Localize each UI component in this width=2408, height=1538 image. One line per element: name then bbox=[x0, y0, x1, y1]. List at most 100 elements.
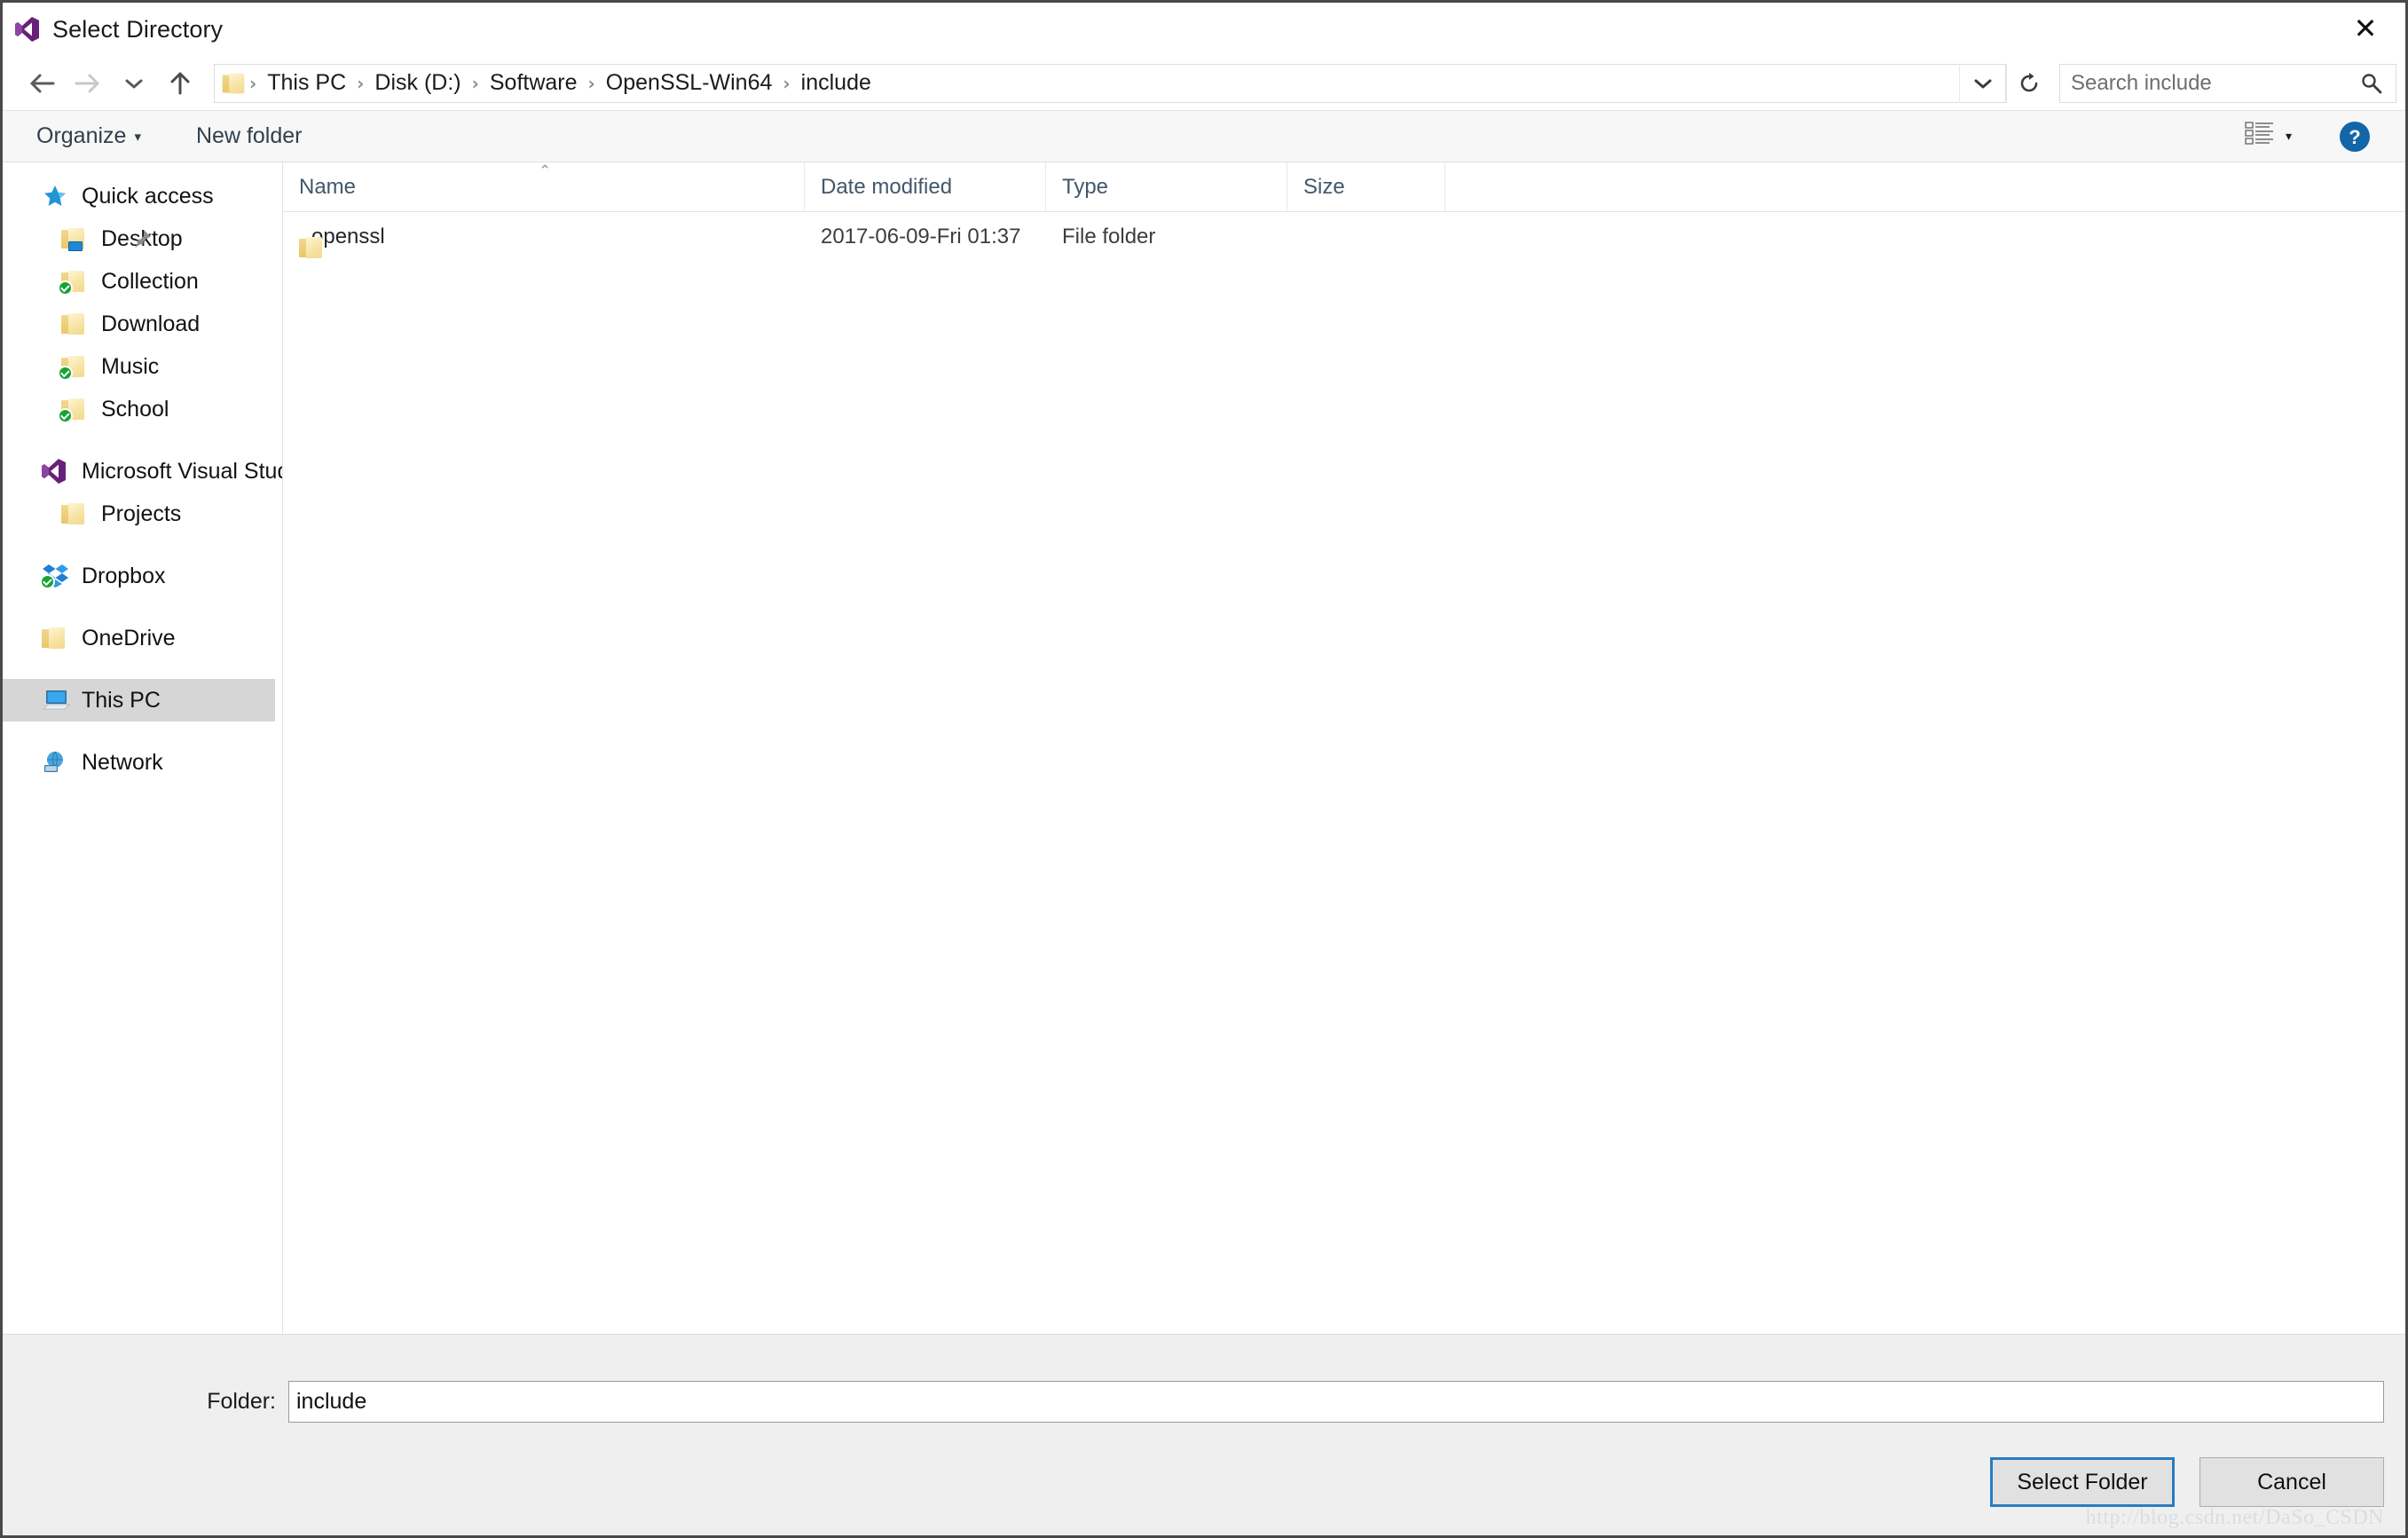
select-folder-button[interactable]: Select Folder bbox=[1990, 1457, 2175, 1507]
column-header-date-modified[interactable]: Date modified bbox=[805, 162, 1046, 211]
sidebar-item-desktop[interactable]: Desktop bbox=[3, 217, 282, 260]
sidebar-item-this-pc[interactable]: This PC bbox=[3, 679, 275, 722]
row-type-cell: File folder bbox=[1062, 225, 1156, 248]
new-folder-button[interactable]: New folder bbox=[184, 118, 315, 154]
folder-input[interactable] bbox=[288, 1381, 2384, 1423]
sidebar-item-projects[interactable]: Projects bbox=[3, 493, 282, 535]
sidebar-item-quick-access[interactable]: Quick access bbox=[3, 175, 282, 217]
pin-icon[interactable] bbox=[131, 228, 153, 254]
forward-button[interactable] bbox=[65, 61, 111, 106]
folder-icon bbox=[222, 73, 245, 94]
breadcrumb-item-disk-d[interactable]: Disk (D:) bbox=[365, 70, 470, 96]
close-icon[interactable]: ✕ bbox=[2325, 3, 2405, 54]
column-header-type[interactable]: Type bbox=[1046, 162, 1287, 211]
breadcrumb-separator: › bbox=[783, 72, 791, 94]
folder-desktop-icon bbox=[61, 225, 91, 252]
sidebar-item-label: Music bbox=[101, 353, 160, 379]
help-button[interactable]: ? bbox=[2338, 120, 2372, 154]
recent-locations-icon[interactable] bbox=[111, 61, 157, 106]
breadcrumb-item-software[interactable]: Software bbox=[480, 70, 587, 96]
breadcrumb-item-openssl-win64[interactable]: OpenSSL-Win64 bbox=[596, 70, 783, 96]
window-title: Select Directory bbox=[52, 15, 224, 43]
up-button[interactable] bbox=[157, 61, 203, 106]
row-name-cell: openssl bbox=[283, 212, 805, 262]
chevron-down-icon: ▾ bbox=[134, 128, 141, 145]
search-input[interactable] bbox=[2060, 70, 2348, 96]
select-directory-dialog: Select Directory ✕ › This PC › Disk (D:)… bbox=[0, 0, 2408, 1538]
cancel-button[interactable]: Cancel bbox=[2199, 1457, 2384, 1507]
sidebar-item-label: Projects bbox=[101, 501, 182, 526]
sidebar-item-label: This PC bbox=[82, 687, 161, 713]
svg-text:?: ? bbox=[2349, 126, 2360, 148]
row-date-cell: 2017-06-09-Fri 01:37 bbox=[821, 225, 1021, 248]
search-icon[interactable] bbox=[2348, 72, 2396, 95]
folder-sync-icon bbox=[58, 268, 91, 296]
breadcrumb-item-this-pc[interactable]: This PC bbox=[257, 70, 356, 96]
file-list-pane: ⌃ Name Date modified Type Size openssl 2… bbox=[283, 162, 2405, 1334]
sidebar-item-collection[interactable]: Collection bbox=[3, 260, 282, 303]
sidebar-item-label: Network bbox=[82, 749, 163, 775]
change-view-button[interactable]: ▾ bbox=[2239, 117, 2297, 155]
address-bar[interactable]: › This PC › Disk (D:) › Software › OpenS… bbox=[214, 63, 2006, 103]
row-size-cell bbox=[1287, 212, 1445, 262]
toolbar-right-group: ▾ ? bbox=[2239, 117, 2391, 155]
navigation-bar: › This PC › Disk (D:) › Software › OpenS… bbox=[3, 56, 2405, 111]
breadcrumb-separator: › bbox=[471, 72, 479, 94]
column-header-filler bbox=[1445, 162, 2405, 211]
folder-icon bbox=[61, 501, 91, 527]
column-header-size[interactable]: Size bbox=[1287, 162, 1445, 211]
table-row[interactable]: openssl 2017-06-09-Fri 01:37 File folder bbox=[283, 212, 2405, 262]
star-icon bbox=[42, 183, 72, 209]
sidebar-item-onedrive[interactable]: OneDrive bbox=[3, 617, 282, 659]
visual-studio-icon bbox=[15, 16, 40, 43]
sidebar-item-network[interactable]: Network bbox=[3, 741, 282, 784]
dialog-footer: Folder: Select Folder Cancel http://blog… bbox=[3, 1334, 2405, 1535]
sidebar-item-label: Quick access bbox=[82, 183, 214, 209]
sidebar-item-microsoft-visual-studio[interactable]: Microsoft Visual Stud bbox=[3, 450, 282, 493]
organize-button[interactable]: Organize ▾ bbox=[24, 118, 153, 154]
sidebar-item-label: Dropbox bbox=[82, 563, 166, 588]
file-list-header: ⌃ Name Date modified Type Size bbox=[283, 162, 2405, 212]
sidebar-item-school[interactable]: School bbox=[3, 388, 282, 430]
sidebar-item-label: School bbox=[101, 396, 169, 422]
list-view-icon bbox=[2245, 121, 2275, 152]
folder-sync-icon bbox=[58, 353, 91, 381]
column-header-name[interactable]: Name bbox=[283, 162, 805, 211]
organize-label: Organize bbox=[36, 123, 127, 148]
visual-studio-icon bbox=[42, 458, 72, 485]
breadcrumb-item-include[interactable]: include bbox=[791, 70, 881, 96]
sidebar-item-download[interactable]: Download bbox=[3, 303, 282, 345]
folder-field-label: Folder: bbox=[207, 1389, 276, 1414]
breadcrumb: › This PC › Disk (D:) › Software › OpenS… bbox=[248, 70, 1959, 96]
sidebar-item-label: Collection bbox=[101, 268, 199, 294]
folder-icon bbox=[61, 311, 91, 337]
dialog-body: Quick access Desktop Collection bbox=[3, 162, 2405, 1334]
title-bar: Select Directory ✕ bbox=[3, 3, 2405, 56]
file-list-rows: openssl 2017-06-09-Fri 01:37 File folder bbox=[283, 212, 2405, 1334]
dropbox-icon bbox=[40, 563, 72, 589]
row-name-label: openssl bbox=[311, 225, 385, 248]
address-dropdown-icon[interactable] bbox=[1959, 63, 2005, 103]
sidebar-item-dropbox[interactable]: Dropbox bbox=[3, 555, 282, 597]
folder-field-row: Folder: bbox=[3, 1335, 2405, 1423]
sidebar-item-music[interactable]: Music bbox=[3, 345, 282, 388]
sidebar-item-label: OneDrive bbox=[82, 625, 176, 651]
navigation-pane: Quick access Desktop Collection bbox=[3, 162, 283, 1334]
watermark: http://blog.csdn.net/DaSo_CSDN bbox=[2085, 1506, 2384, 1529]
folder-sync-icon bbox=[58, 396, 91, 423]
folder-icon bbox=[42, 625, 72, 651]
network-icon bbox=[42, 749, 72, 776]
breadcrumb-separator: › bbox=[357, 72, 365, 94]
search-box[interactable] bbox=[2059, 63, 2396, 103]
computer-icon bbox=[42, 687, 72, 714]
command-toolbar: Organize ▾ New folder ▾ ? bbox=[3, 111, 2405, 162]
chevron-down-icon: ▾ bbox=[2285, 129, 2292, 144]
back-button[interactable] bbox=[19, 61, 65, 106]
breadcrumb-separator: › bbox=[587, 72, 595, 94]
sidebar-item-label: Microsoft Visual Stud bbox=[82, 458, 283, 484]
footer-button-row: Select Folder Cancel bbox=[1990, 1457, 2384, 1507]
refresh-icon[interactable] bbox=[2006, 63, 2050, 103]
